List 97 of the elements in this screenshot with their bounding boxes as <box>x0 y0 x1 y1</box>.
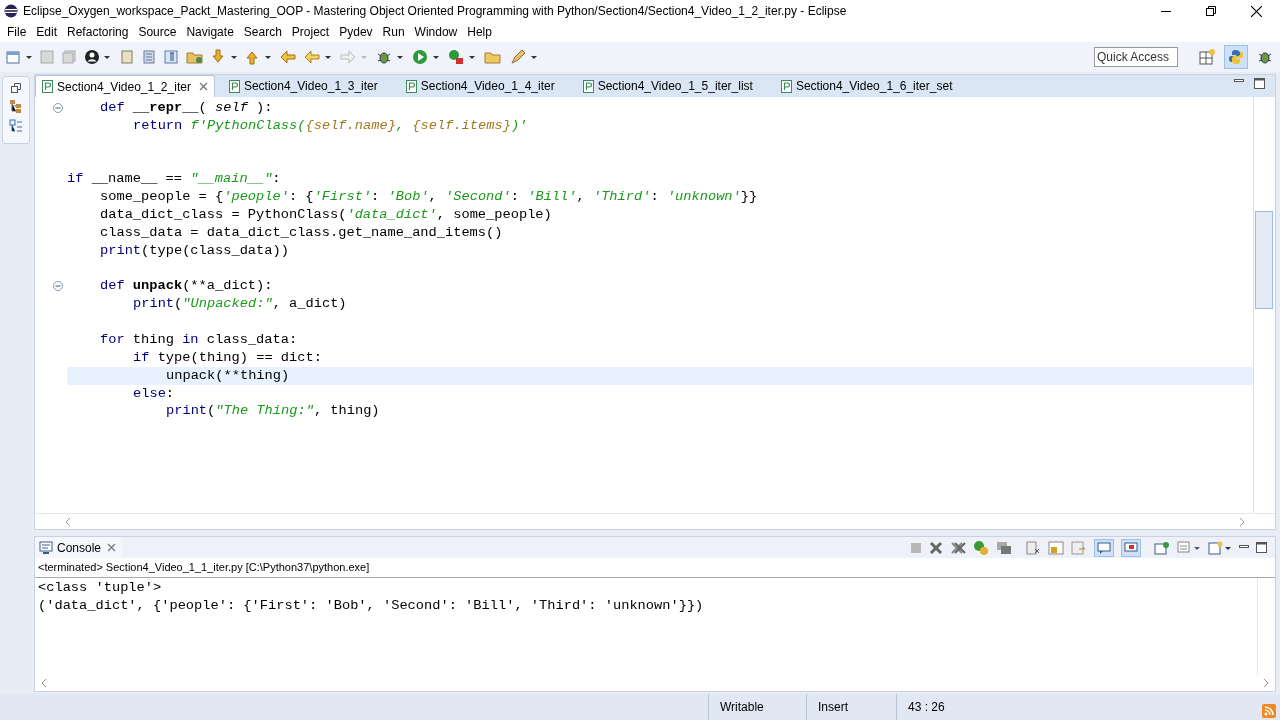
scroll-left-icon[interactable] <box>41 679 47 687</box>
code-line: if type(thing) == dict: <box>133 349 322 365</box>
package-tree-icon[interactable] <box>9 99 23 113</box>
show-on-output-button[interactable] <box>1094 538 1114 557</box>
scroll-lock-icon[interactable] <box>1048 540 1064 555</box>
fold-icon[interactable] <box>53 281 63 292</box>
pin-icon[interactable] <box>1154 540 1170 555</box>
show-on-error-button[interactable] <box>1121 538 1141 557</box>
python-file-icon <box>780 79 792 93</box>
code-line: else: <box>133 385 175 401</box>
code-line: if __name__ == "__main__": <box>67 171 281 187</box>
word-wrap-icon[interactable] <box>1071 540 1087 555</box>
new-file-icon[interactable] <box>6 49 32 65</box>
external-run-icon[interactable] <box>448 49 476 65</box>
python-icon <box>1228 49 1244 65</box>
status-text: 43 : 26 <box>908 699 945 716</box>
vertical-scrollbar[interactable] <box>1253 97 1275 513</box>
back-icon[interactable] <box>280 49 296 65</box>
python-file-icon <box>582 79 594 93</box>
code-line: return f'PythonClass({self.name}, {self.items})' <box>133 117 528 133</box>
up-arrow-icon[interactable] <box>246 49 272 65</box>
restore-icon[interactable] <box>1206 6 1216 16</box>
save-all-icon[interactable] <box>62 50 76 64</box>
open-folder-icon[interactable] <box>484 49 502 65</box>
status-text: Insert <box>818 699 848 716</box>
code-line: some_people = {'people': {'First': 'Bob', 'Second': 'Bill', 'Third': 'unknown'}} <box>100 189 758 205</box>
code-line: class_data = data_dict_class.get_name_and_items() <box>100 224 503 240</box>
relaunch-icon[interactable] <box>973 539 989 556</box>
outline-icon[interactable] <box>9 119 23 133</box>
person-icon[interactable] <box>84 49 112 65</box>
status-text: Writable <box>720 699 764 716</box>
python-file-icon <box>228 79 240 93</box>
editor-tab[interactable]: Section4_Video_1_4_iter <box>399 75 577 97</box>
restore-icon[interactable] <box>11 83 21 93</box>
pen-icon[interactable] <box>510 49 538 65</box>
editor-tab[interactable]: Section4_Video_1_6_iter_set <box>774 75 975 97</box>
code-line: print(type(class_data)) <box>100 242 289 258</box>
menu-item[interactable]: Help <box>462 23 497 41</box>
remove-icon[interactable] <box>929 540 943 555</box>
editor-tab[interactable]: Section4_Video_1_3_iter <box>222 75 400 97</box>
remove-all-icon[interactable] <box>950 540 966 555</box>
menu-item[interactable]: Project <box>286 23 335 41</box>
scroll-right-icon[interactable] <box>1263 679 1269 687</box>
quick-access-field[interactable]: Quick Access <box>1094 47 1178 67</box>
window-title: Eclipse_Oxygen_workspace_Packt_Mastering_OOP - Mastering Object Oriented Programming with Python/Section4/Section4_Video_1_2_iter.py - Eclipse <box>23 3 848 20</box>
editor-tab[interactable]: Section4_Video_1_5_iter_list <box>576 75 775 97</box>
console-tab-label: Console <box>57 539 102 557</box>
down-arrow-icon[interactable] <box>212 49 238 65</box>
run-icon[interactable] <box>412 49 440 65</box>
folder-icon[interactable] <box>186 49 204 65</box>
display-console-icon[interactable] <box>1177 540 1201 555</box>
scroll-left-icon[interactable] <box>65 517 71 526</box>
bug-icon[interactable] <box>376 49 404 65</box>
document-icon[interactable] <box>120 50 134 64</box>
python-file-icon <box>405 79 417 93</box>
menu-item[interactable]: Source <box>133 23 182 41</box>
new-console-icon[interactable] <box>1208 540 1232 555</box>
menu-item[interactable]: Run <box>377 23 410 41</box>
open-perspective-icon[interactable] <box>1198 48 1216 66</box>
error-comment-icon <box>1124 541 1138 554</box>
clear-console-icon[interactable] <box>1025 540 1041 555</box>
console-tab[interactable]: Console <box>35 537 123 558</box>
windows-icon[interactable] <box>996 540 1012 555</box>
maximize-icon[interactable] <box>1256 542 1267 553</box>
code-line: print("Unpacked:", a_dict) <box>133 296 347 312</box>
list-icon[interactable] <box>142 50 156 64</box>
code-line: def __repr__( self ): <box>100 100 273 115</box>
menu-item[interactable]: Refactoring <box>62 23 134 41</box>
menu-item[interactable]: Edit <box>31 23 63 41</box>
python-perspective-button[interactable] <box>1224 45 1248 69</box>
code-line: for thing in class_data: <box>100 331 298 347</box>
scrollbar-thumb[interactable] <box>1255 211 1273 309</box>
maximize-icon[interactable] <box>1254 78 1265 89</box>
horizontal-scrollbar[interactable] <box>35 513 1275 529</box>
feed-icon[interactable] <box>1262 704 1276 718</box>
eclipse-logo-icon <box>4 4 18 18</box>
scroll-right-icon[interactable] <box>1239 517 1245 526</box>
process-status: <terminated> Section4_Video_1_1_iter.py [C:\Python37\python.exe] <box>35 558 1275 578</box>
python-file-icon <box>42 80 53 93</box>
menu-item[interactable]: Search <box>238 23 287 41</box>
comment-icon <box>1097 541 1111 554</box>
code-line: print("The Thing:", thing) <box>166 403 380 419</box>
code-line: def unpack(**a_dict): <box>100 278 273 294</box>
back-arrow-icon[interactable] <box>304 49 332 65</box>
menu-item[interactable]: File <box>2 23 32 41</box>
code-line: unpack(**thing) <box>166 367 290 383</box>
console-icon <box>39 541 53 554</box>
console-output-line: <class 'tuple'> <box>38 579 163 597</box>
fold-icon[interactable] <box>53 102 63 113</box>
code-line: data_dict_class = PythonClass('data_dict', some_people) <box>100 207 552 223</box>
paragraph-icon[interactable] <box>164 50 178 64</box>
menu-item[interactable]: Pydev <box>334 23 378 41</box>
menu-item[interactable]: Navigate <box>181 23 239 41</box>
menu-item[interactable]: Window <box>409 23 463 41</box>
console-output-line: ('data_dict', {'people': {'First': 'Bob', 'Second': 'Bill', 'Third': 'unknown'}}) <box>38 597 705 615</box>
close-icon[interactable] <box>1250 5 1262 17</box>
editor-tab[interactable]: Section4_Video_1_2_iter <box>35 75 215 97</box>
